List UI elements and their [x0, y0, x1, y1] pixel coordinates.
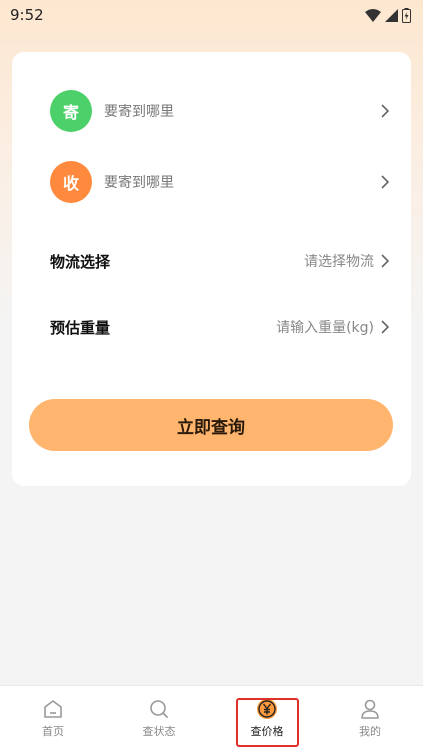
- query-button[interactable]: 立即查询: [29, 399, 393, 451]
- logistics-label: 物流选择: [50, 252, 111, 271]
- weight-label: 预估重量: [50, 318, 111, 337]
- sender-address-row[interactable]: 寄 要寄到哪里: [50, 90, 390, 132]
- weight-input-row[interactable]: 预估重量 请输入重量(kg): [50, 312, 390, 342]
- search-icon: [150, 700, 168, 718]
- status-bar: 9:52: [0, 0, 423, 30]
- wifi-icon: [365, 8, 381, 22]
- receiver-address-placeholder: 要寄到哪里: [104, 175, 174, 191]
- user-icon: [361, 699, 379, 719]
- status-icons: [365, 7, 411, 23]
- signal-icon: [385, 8, 398, 22]
- bottom-tab-bar: 首页 查状态 查价格 我的: [0, 685, 423, 752]
- home-icon: [44, 700, 62, 718]
- tab-status[interactable]: 查状态: [124, 686, 194, 752]
- sender-badge: 寄: [50, 90, 92, 132]
- tab-mine-label: 我的: [359, 725, 381, 738]
- receiver-badge: 收: [50, 161, 92, 203]
- tab-status-label: 查状态: [142, 725, 176, 738]
- tab-home-label: 首页: [42, 725, 64, 738]
- active-tab-highlight: [236, 698, 299, 747]
- tab-home[interactable]: 首页: [18, 686, 88, 752]
- battery-icon: [402, 7, 411, 23]
- receiver-address-row[interactable]: 收 要寄到哪里: [50, 161, 390, 203]
- chevron-right-icon: [381, 175, 390, 189]
- chevron-right-icon: [381, 320, 390, 334]
- price-query-card: 寄 要寄到哪里 收 要寄到哪里 物流选择 请选择物流 预估重量 请输入重量(kg…: [12, 52, 411, 486]
- sender-address-placeholder: 要寄到哪里: [104, 104, 174, 120]
- logistics-select-row[interactable]: 物流选择 请选择物流: [50, 246, 390, 276]
- tab-mine[interactable]: 我的: [335, 686, 405, 752]
- status-time: 9:52: [10, 6, 44, 24]
- chevron-right-icon: [381, 254, 390, 268]
- weight-value: 请输入重量(kg): [276, 320, 374, 336]
- chevron-right-icon: [381, 104, 390, 118]
- logistics-value: 请选择物流: [304, 254, 374, 270]
